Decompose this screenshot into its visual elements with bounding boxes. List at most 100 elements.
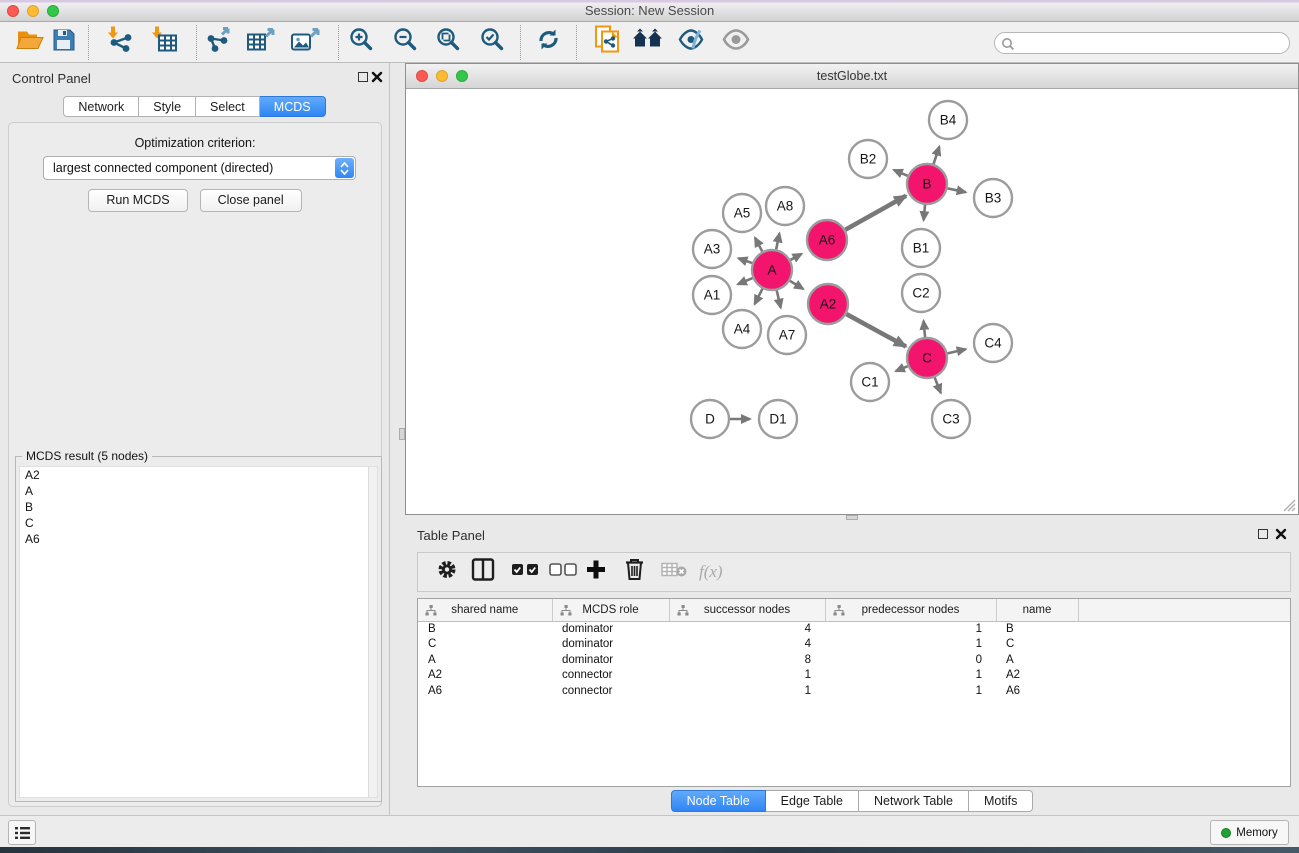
edge-A-A8[interactable] — [776, 233, 779, 249]
edge-A-A7[interactable] — [777, 290, 781, 307]
cell[interactable]: dominator — [552, 637, 669, 653]
node-A7[interactable]: A7 — [768, 316, 806, 354]
close-panel-icon[interactable] — [371, 71, 383, 83]
search-input[interactable] — [1019, 34, 1283, 52]
optimization-criterion-select[interactable]: largest connected component (directed) — [43, 156, 356, 180]
node-C[interactable]: C — [907, 338, 947, 378]
cell[interactable]: connector — [552, 668, 669, 684]
tab-node-table[interactable]: Node Table — [671, 790, 766, 812]
edge-A-A4[interactable] — [755, 289, 763, 304]
delete-table-icon[interactable] — [661, 562, 687, 583]
cell[interactable]: 4 — [669, 637, 825, 653]
cell[interactable]: 1 — [669, 668, 825, 684]
cell[interactable]: 1 — [825, 668, 996, 684]
tab-select[interactable]: Select — [196, 96, 260, 117]
column-header-predecessor-nodes[interactable]: predecessor nodes — [825, 599, 996, 621]
resize-grip-icon[interactable] — [1283, 499, 1296, 512]
cell[interactable]: A — [418, 652, 552, 668]
node-C4[interactable]: C4 — [974, 324, 1012, 362]
show-graphics-details-icon[interactable] — [722, 29, 750, 56]
column-header-name[interactable]: name — [996, 599, 1078, 621]
node-B3[interactable]: B3 — [974, 179, 1012, 217]
minimize-network-button[interactable] — [436, 70, 448, 82]
edge-B-B3[interactable] — [948, 188, 966, 192]
cell[interactable]: connector — [552, 683, 669, 699]
edge-C-C1[interactable] — [896, 366, 908, 371]
share-document-icon[interactable] — [594, 25, 620, 60]
node-C3[interactable]: C3 — [932, 400, 970, 438]
delete-icon[interactable] — [625, 559, 644, 586]
run-mcds-button[interactable]: Run MCDS — [88, 189, 187, 212]
cell[interactable]: B — [418, 621, 552, 637]
zoom-out-icon[interactable] — [393, 27, 418, 57]
node-B2[interactable]: B2 — [849, 140, 887, 178]
cell[interactable]: A2 — [996, 668, 1078, 684]
cell[interactable]: 1 — [825, 621, 996, 637]
edge-A2-C[interactable] — [846, 314, 905, 346]
node-A3[interactable]: A3 — [693, 230, 731, 268]
export-table-icon[interactable] — [246, 27, 276, 58]
cell[interactable]: dominator — [552, 621, 669, 637]
node-A5[interactable]: A5 — [723, 194, 761, 232]
table-row[interactable]: A2connector11A2 — [418, 668, 1290, 684]
node-A2[interactable]: A2 — [808, 284, 848, 324]
search-field[interactable] — [994, 32, 1290, 54]
edge-C-C3[interactable] — [935, 378, 941, 393]
node-C1[interactable]: C1 — [851, 363, 889, 401]
edge-B-B2[interactable] — [894, 170, 908, 176]
table-row[interactable]: Bdominator41B — [418, 621, 1290, 637]
edge-A-A1[interactable] — [738, 278, 753, 284]
node-A6[interactable]: A6 — [807, 220, 847, 260]
result-item[interactable]: B — [20, 499, 377, 515]
cell[interactable]: C — [996, 637, 1078, 653]
export-image-icon[interactable] — [290, 27, 320, 58]
task-history-button[interactable] — [8, 820, 36, 845]
column-header-successor-nodes[interactable]: successor nodes — [669, 599, 825, 621]
import-table-icon[interactable] — [150, 27, 178, 58]
tab-network-table[interactable]: Network Table — [859, 790, 969, 812]
function-builder-icon[interactable]: f(x) — [699, 562, 723, 582]
export-network-icon[interactable] — [205, 27, 233, 58]
cell[interactable]: 0 — [825, 652, 996, 668]
refresh-icon[interactable] — [536, 27, 561, 57]
close-window-button[interactable] — [7, 5, 19, 17]
edge-A-A3[interactable] — [738, 258, 752, 263]
node-B1[interactable]: B1 — [902, 229, 940, 267]
zoom-network-button[interactable] — [456, 70, 468, 82]
panel-splitter-handle[interactable] — [399, 428, 405, 440]
edge-C-C2[interactable] — [924, 321, 925, 337]
table-row[interactable]: A6connector11A6 — [418, 683, 1290, 699]
node-A4[interactable]: A4 — [723, 310, 761, 348]
select-all-icon[interactable] — [511, 563, 539, 581]
float-table-panel-icon[interactable] — [1258, 529, 1268, 539]
result-item[interactable]: A2 — [20, 467, 377, 483]
minimize-window-button[interactable] — [27, 5, 39, 17]
zoom-window-button[interactable] — [47, 5, 59, 17]
result-item[interactable]: C — [20, 515, 377, 531]
float-panel-icon[interactable] — [358, 72, 368, 82]
node-A1[interactable]: A1 — [693, 276, 731, 314]
cell[interactable]: dominator — [552, 652, 669, 668]
close-panel-button[interactable]: Close panel — [200, 189, 302, 212]
column-header-MCDS-role[interactable]: MCDS role — [552, 599, 669, 621]
result-item[interactable]: A — [20, 483, 377, 499]
cell[interactable]: 1 — [825, 637, 996, 653]
memory-button[interactable]: Memory — [1210, 820, 1289, 845]
result-item[interactable]: A6 — [20, 531, 377, 547]
tab-network[interactable]: Network — [63, 96, 139, 117]
node-A[interactable]: A — [752, 250, 792, 290]
gear-icon[interactable] — [436, 559, 458, 586]
column-settings-icon[interactable] — [471, 558, 495, 587]
table-row[interactable]: Cdominator41C — [418, 637, 1290, 653]
cell[interactable]: A6 — [418, 683, 552, 699]
cell[interactable]: 1 — [825, 683, 996, 699]
tab-mcds[interactable]: MCDS — [260, 96, 326, 117]
table-row[interactable]: Adominator80A — [418, 652, 1290, 668]
edge-A-A2[interactable] — [790, 281, 803, 289]
node-B4[interactable]: B4 — [929, 101, 967, 139]
tab-style[interactable]: Style — [139, 96, 196, 117]
network-canvas[interactable]: B4B2BB3B1A5A8A6A3AA1A2A4A7C2C4CC1C3DD1 — [406, 89, 1298, 514]
zoom-fit-icon[interactable] — [436, 27, 461, 57]
node-A8[interactable]: A8 — [766, 187, 804, 225]
add-icon[interactable] — [586, 560, 606, 585]
